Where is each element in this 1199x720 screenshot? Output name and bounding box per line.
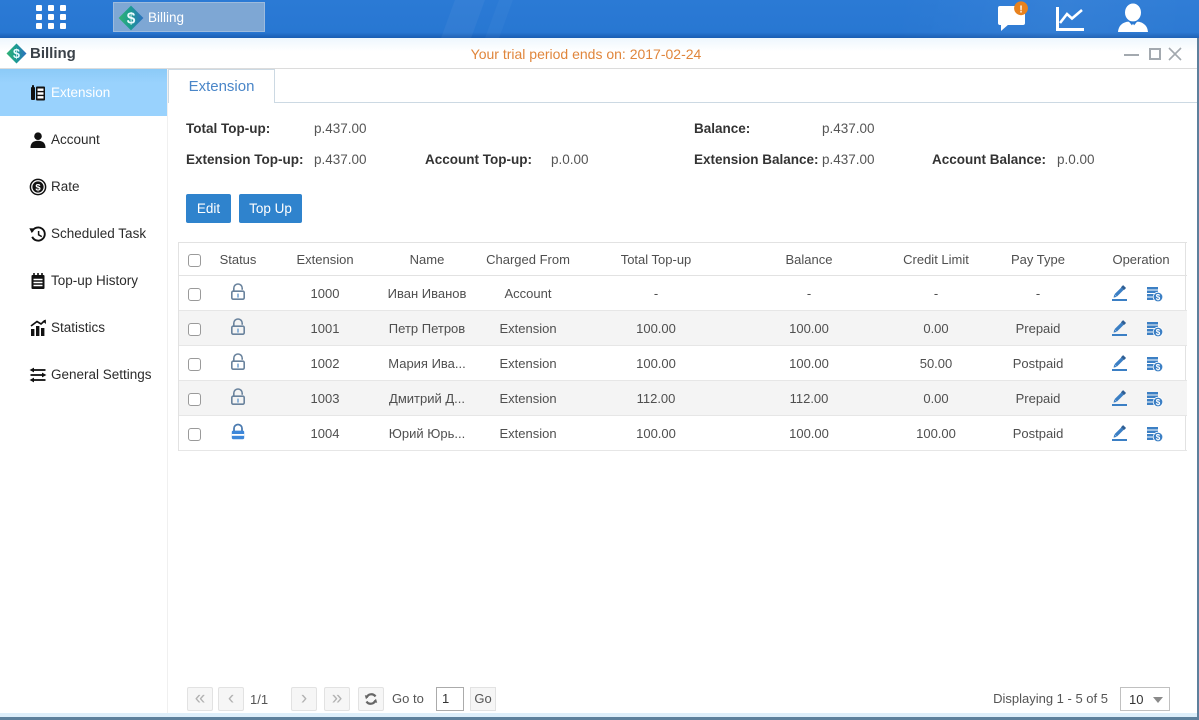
- svg-text:$: $: [1156, 328, 1161, 337]
- svg-text:$: $: [1156, 293, 1161, 302]
- svg-text:$: $: [1156, 433, 1161, 442]
- svg-text:$: $: [1156, 398, 1161, 407]
- svg-text:!: !: [1019, 4, 1022, 15]
- svg-text:$: $: [1156, 363, 1161, 372]
- svg-text:$: $: [127, 11, 136, 28]
- svg-text:$: $: [35, 182, 41, 193]
